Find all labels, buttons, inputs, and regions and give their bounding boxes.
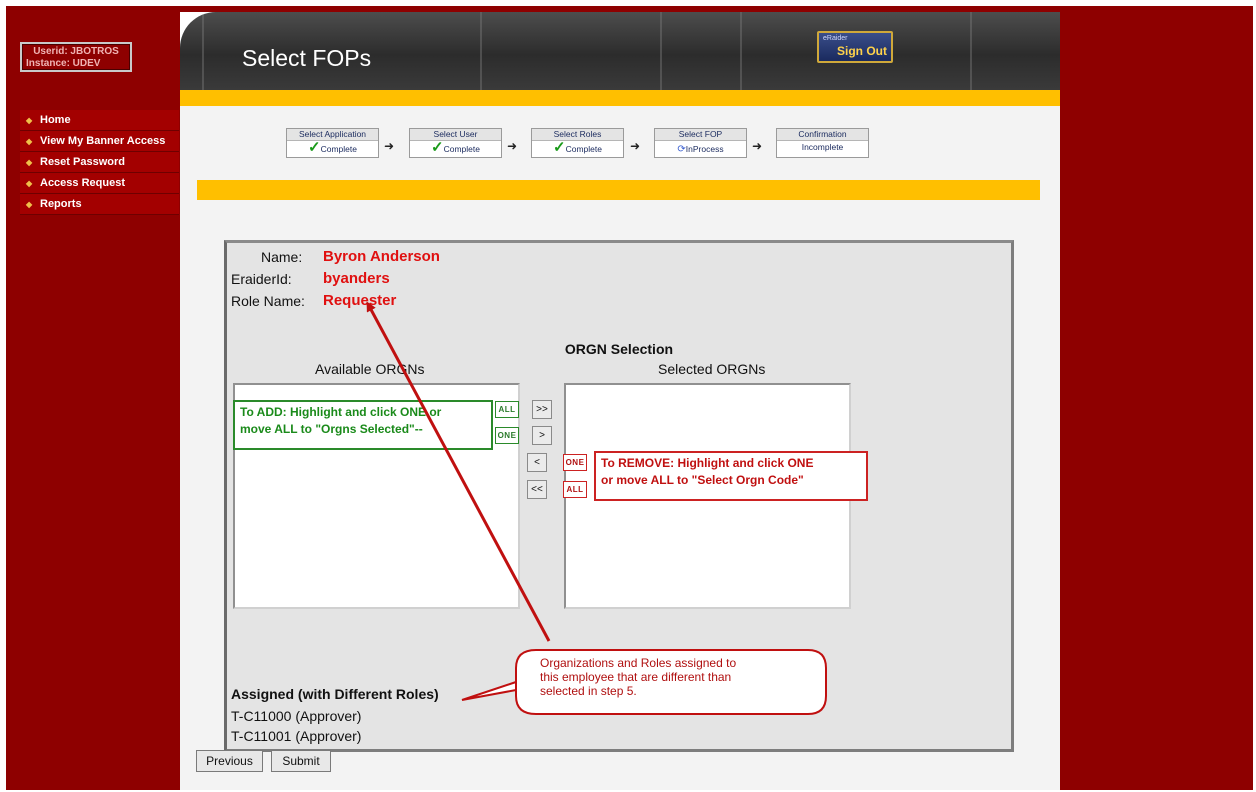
step-select-user: Select User ✓Complete [409,128,502,158]
eraider-value: byanders [323,270,390,287]
all-tag: ALL [563,481,587,498]
header-decoration [480,12,482,90]
page-title: Select FOPs [242,45,372,71]
nav-item-view-banner-access[interactable]: ◆ View My Banner Access [20,131,179,152]
remove-instructions-callout: To REMOVE: Highlight and click ONE or mo… [594,451,868,501]
assigned-item: T-C11001 (Approver) [231,728,362,744]
user-info-box: Userid: JBOTROS Instance: UDEV [20,42,132,72]
step-confirmation: Confirmation Incomplete [776,128,869,158]
nav-item-reset-password[interactable]: ◆ Reset Password [20,152,179,173]
callout-line: To REMOVE: Highlight and click ONE [601,456,814,470]
nav-item-access-request[interactable]: ◆ Access Request [20,173,179,194]
header-decoration [740,12,742,90]
step-title: Select FOP [655,129,746,141]
remove-one-button[interactable]: < [527,453,547,472]
step-title: Select User [410,129,501,141]
section-gold-bar [197,180,1040,200]
refresh-icon: ⟳ [677,144,686,155]
nav-item-label: View My Banner Access [40,135,166,147]
orgn-heading: ORGN Selection [564,341,674,357]
bullet-icon: ◆ [26,157,33,167]
arrow-right-icon: ➜ [752,139,763,153]
eraider-label: EraiderId: [231,271,292,287]
add-one-button[interactable]: > [532,426,552,445]
name-label: Name: [261,249,303,265]
step-status: Incomplete [801,142,844,152]
check-icon: ✓ [308,139,321,156]
arrow-right-icon: ➜ [630,139,641,153]
signout-brand: eRaider [823,35,848,42]
userid-label: Userid: JBOTROS [33,46,119,57]
nav-item-label: Home [40,114,71,126]
nav-item-label: Access Request [40,177,125,189]
step-select-application: Select Application ✓Complete [286,128,379,158]
selected-orgns-label: Selected ORGNs [658,361,766,377]
header-decoration [202,12,204,90]
all-tag: ALL [495,401,519,418]
page-header: Select FOPs eRaider Sign Out [180,12,1060,90]
step-title: Confirmation [777,129,868,141]
nav-item-reports[interactable]: ◆ Reports [20,194,179,215]
available-orgns-label: Available ORGNs [315,361,425,377]
sidebar-nav: ◆ Home ◆ View My Banner Access ◆ Reset Pass… [20,110,179,215]
step-status: Complete [320,144,357,154]
arrow-right-icon: ➜ [507,139,518,153]
bullet-icon: ◆ [26,115,33,125]
one-tag: ONE [495,427,519,444]
check-icon: ✓ [431,139,444,156]
arrow-right-icon: ➜ [384,139,395,153]
add-instructions-callout: To ADD: Highlight and click ONE or move … [233,400,493,450]
role-value: Requester [323,292,397,309]
one-tag: ONE [563,454,587,471]
step-select-roles: Select Roles ✓Complete [531,128,624,158]
assigned-item: T-C11000 (Approver) [231,708,362,724]
nav-item-home[interactable]: ◆ Home [20,110,179,131]
step-status: Complete [443,144,480,154]
assigned-title: Assigned (with Different Roles) [231,686,439,702]
name-value: Byron Anderson [323,248,440,265]
nav-item-label: Reset Password [40,156,125,168]
bullet-icon: ◆ [26,199,33,209]
bullet-icon: ◆ [26,136,33,146]
remove-all-button[interactable]: << [527,480,547,499]
previous-button[interactable]: Previous [196,750,263,772]
header-decoration [970,12,972,90]
sign-out-button[interactable]: eRaider Sign Out [817,31,893,63]
step-select-fop: Select FOP ⟳InProcess [654,128,747,158]
add-all-button[interactable]: >> [532,400,552,419]
annotation-text: Organizations and Roles assigned to this… [540,656,800,698]
instance-label: Instance: UDEV [26,58,101,69]
nav-item-label: Reports [40,198,82,210]
submit-button[interactable]: Submit [271,750,331,772]
step-title: Select Roles [532,129,623,141]
header-decoration [660,12,662,90]
callout-line: To ADD: Highlight and click ONE or [240,405,442,419]
annotation-line: Organizations and Roles assigned to [540,656,737,670]
check-icon: ✓ [553,139,566,156]
callout-line: move ALL to "Orgns Selected"-- [240,422,423,436]
step-title: Select Application [287,129,378,141]
step-status: Complete [565,144,602,154]
header-gold-bar [180,90,1060,106]
bullet-icon: ◆ [26,178,33,188]
annotation-line: selected in step 5. [540,684,637,698]
callout-line: or move ALL to "Select Orgn Code" [601,473,804,487]
step-status: InProcess [685,144,724,154]
role-label: Role Name: [231,293,305,309]
signout-label: Sign Out [837,44,887,58]
annotation-line: this employee that are different than [540,670,732,684]
